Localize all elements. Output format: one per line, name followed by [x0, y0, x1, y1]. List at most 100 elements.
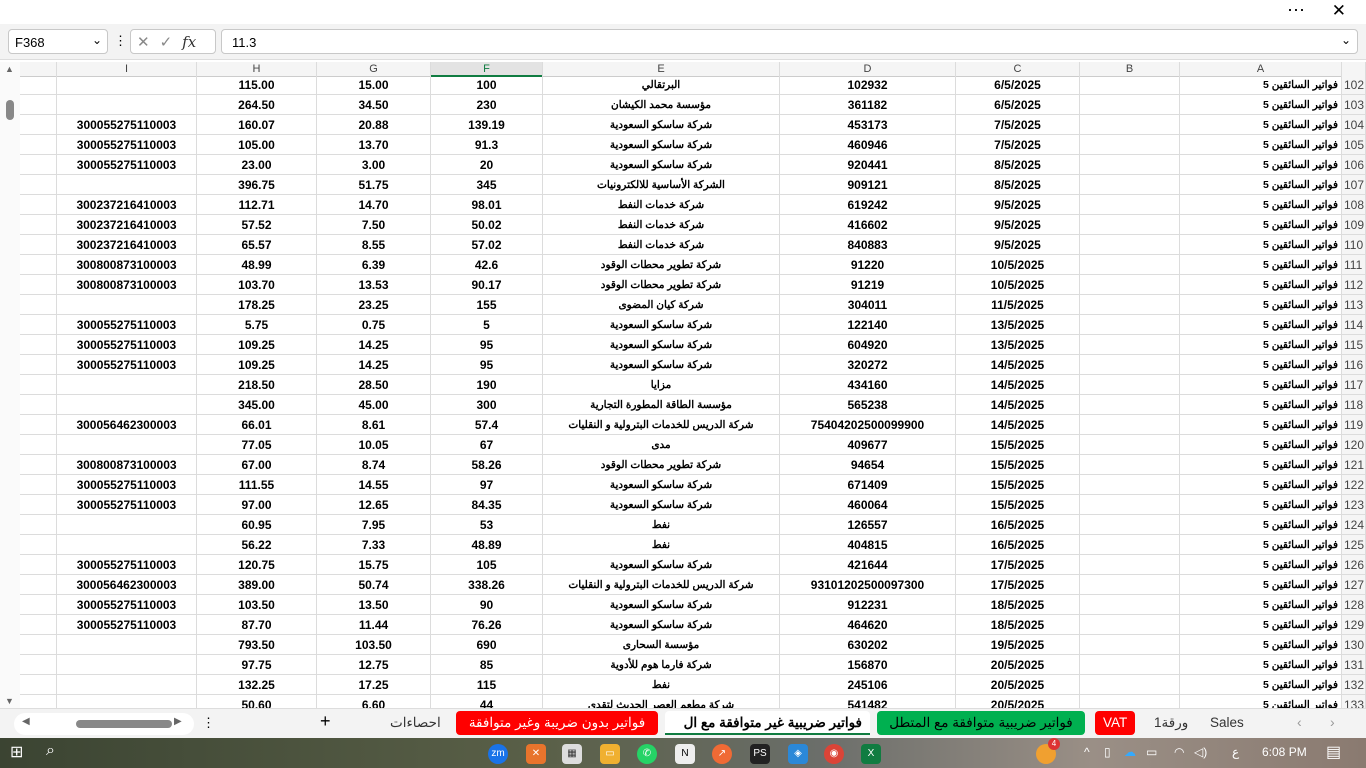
- tab-statistics[interactable]: احصاءات: [382, 711, 449, 735]
- cell-B[interactable]: [1080, 315, 1180, 335]
- cell-G[interactable]: 14.55: [317, 475, 431, 495]
- cell-J[interactable]: [20, 355, 57, 375]
- cell-A[interactable]: فواتير السائقين 5: [1180, 575, 1342, 595]
- show-hidden-icons-icon[interactable]: ^: [1084, 745, 1090, 759]
- cell-G[interactable]: 14.25: [317, 355, 431, 375]
- cell-I[interactable]: 300237216410003: [57, 215, 197, 235]
- cell-E[interactable]: شركة ساسكو السعودية: [543, 555, 780, 575]
- cell-C[interactable]: 20/5/2025: [956, 695, 1080, 708]
- cell-A[interactable]: فواتير السائقين 5: [1180, 295, 1342, 315]
- cell-I[interactable]: [57, 695, 197, 708]
- cell-J[interactable]: [20, 75, 57, 95]
- zoom-app-icon[interactable]: zm: [488, 744, 508, 764]
- cell-H[interactable]: 66.01: [197, 415, 317, 435]
- cell-I[interactable]: 300800873100003: [57, 255, 197, 275]
- cell-D[interactable]: 912231: [780, 595, 956, 615]
- cell-E[interactable]: نفط: [543, 515, 780, 535]
- cell-A[interactable]: فواتير السائقين 5: [1180, 235, 1342, 255]
- row-header[interactable]: 124: [1342, 515, 1366, 535]
- cell-B[interactable]: [1080, 635, 1180, 655]
- more-icon[interactable]: ⋮: [202, 715, 215, 731]
- cell-H[interactable]: 396.75: [197, 175, 317, 195]
- cell-J[interactable]: [20, 475, 57, 495]
- row-header[interactable]: 103: [1342, 95, 1366, 115]
- cell-F[interactable]: 20: [431, 155, 543, 175]
- cell-A[interactable]: فواتير السائقين 5: [1180, 435, 1342, 455]
- cell-G[interactable]: 8.74: [317, 455, 431, 475]
- cell-C[interactable]: 14/5/2025: [956, 355, 1080, 375]
- cell-G[interactable]: 7.50: [317, 215, 431, 235]
- cancel-icon[interactable]: ✕: [137, 33, 150, 51]
- cell-F[interactable]: 338.26: [431, 575, 543, 595]
- row-header[interactable]: 106: [1342, 155, 1366, 175]
- cell-B[interactable]: [1080, 275, 1180, 295]
- cell-D[interactable]: 91219: [780, 275, 956, 295]
- chrome-icon[interactable]: ◉: [824, 744, 844, 764]
- row-header[interactable]: 105: [1342, 135, 1366, 155]
- cell-E[interactable]: شركة خدمات النفط: [543, 195, 780, 215]
- cell-C[interactable]: 6/5/2025: [956, 95, 1080, 115]
- cell-E[interactable]: مزايا: [543, 375, 780, 395]
- cell-G[interactable]: 11.44: [317, 615, 431, 635]
- enter-icon[interactable]: ✓: [160, 33, 173, 51]
- cell-C[interactable]: 15/5/2025: [956, 495, 1080, 515]
- scroll-right-icon[interactable]: ▶: [174, 716, 182, 727]
- cell-F[interactable]: 5: [431, 315, 543, 335]
- row-header[interactable]: 107: [1342, 175, 1366, 195]
- cell-J[interactable]: [20, 395, 57, 415]
- cell-F[interactable]: 50.02: [431, 215, 543, 235]
- cell-D[interactable]: 541482: [780, 695, 956, 708]
- cell-C[interactable]: 14/5/2025: [956, 375, 1080, 395]
- cell-B[interactable]: [1080, 95, 1180, 115]
- notification-app-icon[interactable]: 4: [1036, 738, 1060, 764]
- cell-I[interactable]: [57, 635, 197, 655]
- cell-D[interactable]: 245106: [780, 675, 956, 695]
- cell-F[interactable]: 95: [431, 355, 543, 375]
- cell-B[interactable]: [1080, 235, 1180, 255]
- cell-D[interactable]: 619242: [780, 195, 956, 215]
- cell-E[interactable]: الشركة الأساسية للالكترونيات: [543, 175, 780, 195]
- cell-H[interactable]: 65.57: [197, 235, 317, 255]
- cell-F[interactable]: 76.26: [431, 615, 543, 635]
- cell-H[interactable]: 97.75: [197, 655, 317, 675]
- cell-A[interactable]: فواتير السائقين 5: [1180, 455, 1342, 475]
- windows-start-icon[interactable]: ⊞: [10, 742, 23, 762]
- cell-F[interactable]: 98.01: [431, 195, 543, 215]
- cell-G[interactable]: 28.50: [317, 375, 431, 395]
- whatsapp-icon[interactable]: ✆: [637, 744, 657, 764]
- cell-J[interactable]: [20, 655, 57, 675]
- cell-J[interactable]: [20, 675, 57, 695]
- cell-G[interactable]: 20.88: [317, 115, 431, 135]
- cell-B[interactable]: [1080, 575, 1180, 595]
- cell-E[interactable]: شركة فارما هوم للأدوية: [543, 655, 780, 675]
- cell-A[interactable]: فواتير السائقين 5: [1180, 335, 1342, 355]
- notion-icon[interactable]: N: [675, 744, 695, 764]
- cell-F[interactable]: 90: [431, 595, 543, 615]
- cell-D[interactable]: 671409: [780, 475, 956, 495]
- cell-H[interactable]: 56.22: [197, 535, 317, 555]
- tab-sales[interactable]: Sales: [1202, 711, 1252, 735]
- row-header[interactable]: 121: [1342, 455, 1366, 475]
- cell-I[interactable]: [57, 75, 197, 95]
- cell-J[interactable]: [20, 155, 57, 175]
- cell-H[interactable]: 67.00: [197, 455, 317, 475]
- cell-J[interactable]: [20, 135, 57, 155]
- row-header[interactable]: 126: [1342, 555, 1366, 575]
- row-header[interactable]: 104: [1342, 115, 1366, 135]
- cell-H[interactable]: 132.25: [197, 675, 317, 695]
- cell-B[interactable]: [1080, 675, 1180, 695]
- cell-H[interactable]: 60.95: [197, 515, 317, 535]
- cell-H[interactable]: 77.05: [197, 435, 317, 455]
- cell-F[interactable]: 57.02: [431, 235, 543, 255]
- cell-H[interactable]: 103.50: [197, 595, 317, 615]
- cell-I[interactable]: [57, 295, 197, 315]
- volume-icon[interactable]: ◁): [1194, 745, 1207, 759]
- cell-C[interactable]: 14/5/2025: [956, 415, 1080, 435]
- cell-C[interactable]: 9/5/2025: [956, 195, 1080, 215]
- cell-E[interactable]: البرتقالي: [543, 75, 780, 95]
- cell-A[interactable]: فواتير السائقين 5: [1180, 535, 1342, 555]
- row-header[interactable]: 128: [1342, 595, 1366, 615]
- cell-F[interactable]: 115: [431, 675, 543, 695]
- cell-E[interactable]: شركة ساسكو السعودية: [543, 595, 780, 615]
- cell-G[interactable]: 51.75: [317, 175, 431, 195]
